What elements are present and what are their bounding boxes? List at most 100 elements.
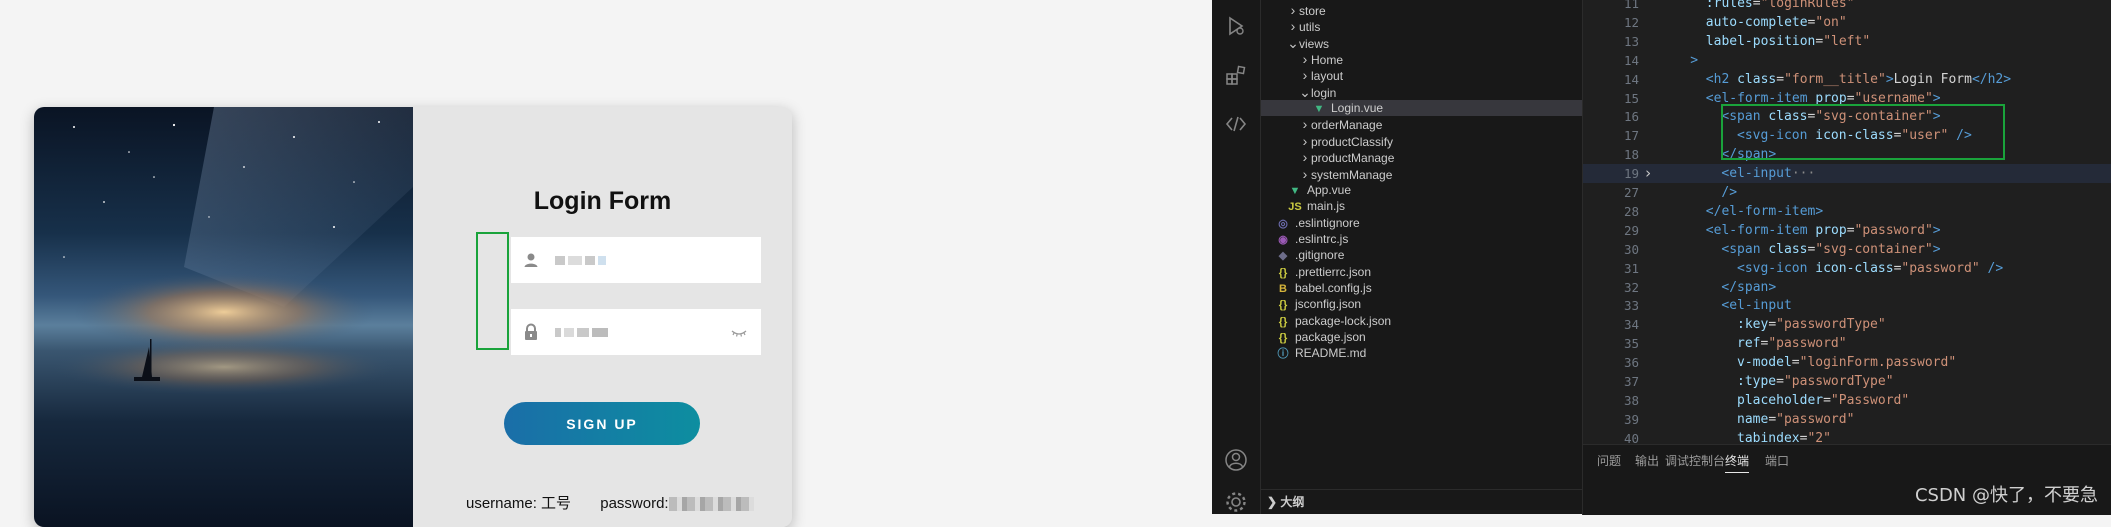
- code-token: Login Form: [1893, 71, 1972, 87]
- code-token: "on": [1815, 14, 1847, 30]
- json-file-icon: {}: [1278, 266, 1288, 279]
- panel-tab[interactable]: 输出: [1635, 452, 1659, 469]
- account-icon[interactable]: [1224, 448, 1248, 472]
- tree-folder[interactable]: › productManage: [1261, 149, 1582, 165]
- json-file-icon: {}: [1278, 332, 1288, 344]
- code-token: "form__title": [1784, 71, 1886, 87]
- tree-folder[interactable]: ⌄views: [1261, 35, 1582, 51]
- tree-folder[interactable]: › layout: [1261, 67, 1582, 83]
- tree-folder[interactable]: › productClassify: [1261, 133, 1582, 149]
- code-token: placeholder: [1737, 392, 1824, 408]
- tree-item-label: productClassify: [1311, 134, 1394, 149]
- tree-item-label: login: [1311, 85, 1337, 100]
- tree-folder[interactable]: › orderManage: [1261, 116, 1582, 132]
- username-field[interactable]: [511, 237, 761, 283]
- code-token: </h2>: [1971, 71, 2012, 87]
- tree-file[interactable]: JS main.js: [1261, 198, 1582, 214]
- code-token: =: [1768, 317, 1777, 333]
- tree-item-label: package.json: [1295, 330, 1366, 344]
- code-editor-window: › store › utils ⌄views › Home › layout ⌄login ▼ Log…: [1212, 0, 2111, 515]
- activity-bar: [1212, 0, 1261, 514]
- code-line: 31 <svg-icon icon-class="password" />: [1583, 259, 2111, 278]
- line-number: 19: [1623, 166, 1639, 182]
- code-line: 14 <h2 class="form__title">Login Form</h2…: [1583, 70, 2111, 89]
- remote-explorer-icon[interactable]: [1224, 112, 1248, 136]
- panel-tab[interactable]: 问题: [1597, 452, 1621, 469]
- code-token: auto-complete: [1705, 14, 1808, 30]
- tree-item-label: orderManage: [1311, 118, 1383, 133]
- chevron-right-icon: ❯: [1267, 495, 1278, 509]
- code-text: </el-form-item>: [1706, 202, 1823, 221]
- tree-folder[interactable]: › store: [1261, 2, 1582, 18]
- code-text: </span>: [1721, 278, 1776, 297]
- tree-item-label: store: [1299, 4, 1326, 18]
- tree-item-label: utils: [1299, 20, 1321, 35]
- code-token: />: [1721, 185, 1738, 200]
- run-debug-icon[interactable]: [1224, 14, 1248, 38]
- tree-item-label: productManage: [1311, 151, 1395, 166]
- chevron-right-icon: ›: [1302, 116, 1308, 133]
- line-number: 35: [1623, 336, 1639, 352]
- line-number: 30: [1623, 241, 1639, 257]
- tree-file[interactable]: ◉ .eslintrc.js: [1261, 231, 1582, 247]
- code-line: 11:rules="loginRules": [1583, 0, 2111, 13]
- line-number: 16: [1623, 109, 1639, 125]
- password-value-masked: [555, 309, 611, 355]
- password-hint-masked: [668, 497, 754, 512]
- code-text: :type="passwordType": [1737, 372, 1894, 391]
- code-token: </el-form-item>: [1705, 203, 1824, 219]
- sign-up-button[interactable]: SIGN UP: [504, 402, 700, 445]
- login-preview: Login Form SIGN UP username: 工号 password…: [0, 0, 1212, 527]
- code-token: "loginRules": [1760, 0, 1855, 11]
- outline-section[interactable]: ❯ 大纲: [1261, 489, 1582, 515]
- tree-folder[interactable]: › systemManage: [1261, 166, 1582, 182]
- settings-gear-icon[interactable]: [1224, 490, 1248, 514]
- tree-file[interactable]: Bbabel.config.js: [1261, 280, 1582, 296]
- panel-tab[interactable]: 调试控制台: [1665, 452, 1725, 469]
- panel-tab[interactable]: 端口: [1765, 452, 1789, 469]
- chevron-right-icon: ›: [1290, 2, 1296, 18]
- line-number: 15: [1623, 90, 1639, 106]
- code-text: ref="password": [1737, 334, 1847, 353]
- code-line: 28 </el-form-item>: [1583, 202, 2111, 221]
- night-sky-photo: [34, 107, 413, 527]
- login-title: Login Form: [533, 187, 672, 215]
- tree-folder[interactable]: ⌄login: [1261, 84, 1582, 100]
- password-field[interactable]: [511, 309, 761, 355]
- tree-file[interactable]: {} package-lock.json: [1261, 313, 1582, 329]
- eye-closed-icon[interactable]: [729, 322, 749, 342]
- code-line: 33 <el-input: [1583, 296, 2111, 315]
- code-token: ref: [1737, 336, 1761, 352]
- tree-file[interactable]: {} .prettierrc.json: [1261, 264, 1582, 280]
- vue-file-icon: ▼: [1313, 103, 1325, 116]
- panel-tab[interactable]: 终端: [1725, 452, 1750, 473]
- tree-file[interactable]: ▼ Login.vue: [1261, 100, 1582, 117]
- line-number: 17: [1623, 128, 1639, 144]
- tree-file[interactable]: ◎ .eslintignore: [1261, 215, 1582, 231]
- extensions-icon[interactable]: [1224, 64, 1248, 88]
- code-token: label-position: [1705, 33, 1816, 49]
- code-text: auto-complete="on": [1706, 13, 1847, 32]
- username-value-masked: [555, 237, 609, 283]
- tree-file[interactable]: ⓘ README.md: [1261, 345, 1582, 361]
- code-token: "loginForm.password": [1799, 355, 1957, 371]
- fold-chevron-icon[interactable]: ›: [1641, 164, 1655, 183]
- code-view[interactable]: 11:rules="loginRules" 12 auto-complete="on…: [1582, 0, 2111, 444]
- code-token: "password": [1854, 222, 1933, 238]
- code-token: icon-class: [1815, 260, 1894, 276]
- git-file-icon: ◆: [1278, 250, 1288, 263]
- credentials-password: password:: [600, 495, 669, 512]
- code-token: "password": [1901, 260, 1980, 276]
- tree-file[interactable]: {} package.json: [1261, 329, 1582, 345]
- tree-folder[interactable]: › Home: [1261, 51, 1582, 67]
- code-line: 30 <span class="svg-container">: [1583, 240, 2111, 259]
- tree-item-label: App.vue: [1307, 182, 1352, 197]
- tree-file[interactable]: {} jsconfig.json: [1261, 296, 1582, 312]
- code-token: >: [1932, 222, 1941, 238]
- outline-label: 大纲: [1280, 495, 1305, 509]
- line-number: 36: [1623, 355, 1639, 371]
- tree-folder[interactable]: › utils: [1261, 18, 1582, 34]
- tree-file[interactable]: ▼ App.vue: [1261, 182, 1582, 198]
- tree-file[interactable]: ◆ .gitignore: [1261, 247, 1582, 263]
- code-token: <el-form-item: [1705, 222, 1816, 238]
